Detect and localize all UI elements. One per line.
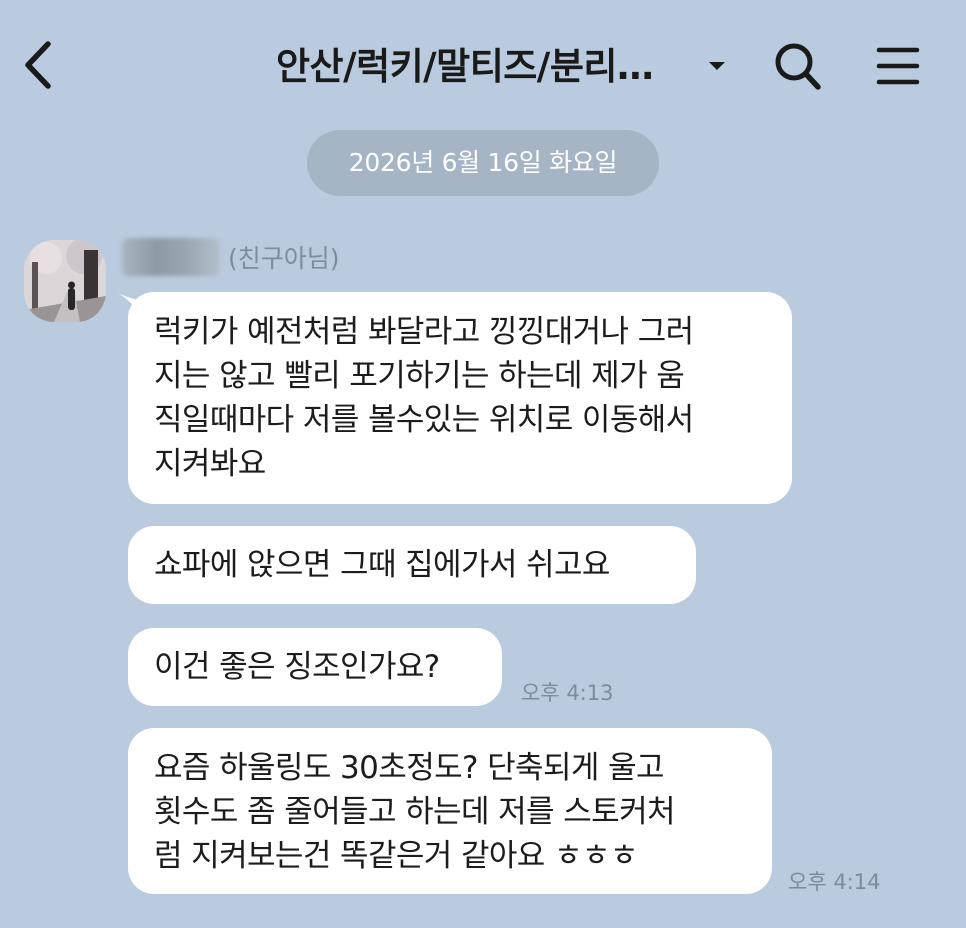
message-bubble[interactable]: 럭키가 예전처럼 봐달라고 낑낑대거나 그러 지는 않고 빨리 포기하기는 하는… (128, 292, 792, 504)
date-divider: 2026년 6월 16일 화요일 (307, 130, 659, 196)
title-dropdown-button[interactable] (706, 58, 728, 74)
search-button[interactable] (770, 38, 824, 94)
message-timestamp: 오후 4:14 (788, 870, 881, 894)
hamburger-menu-icon (876, 47, 920, 85)
message-bubble[interactable]: 요즘 하울링도 30초정도? 단축되게 울고 횟수도 좀 줄어들고 하는데 저를… (128, 728, 772, 894)
sender-status-label: (친구아님) (228, 244, 340, 273)
message-bubble[interactable]: 이건 좋은 징조인가요? (128, 628, 502, 706)
message-bubble[interactable]: 쇼파에 앉으면 그때 집에가서 쉬고요 (128, 526, 696, 604)
chevron-left-icon (25, 41, 51, 89)
chat-header: 안산/럭키/말티즈/분리… (0, 0, 966, 130)
back-button[interactable] (16, 36, 66, 94)
message-timestamp: 오후 4:13 (521, 681, 614, 705)
menu-button[interactable] (874, 40, 922, 90)
chat-room-title[interactable]: 안산/럭키/말티즈/분리… (276, 40, 676, 94)
profile-photo (24, 240, 106, 322)
sender-name-blurred (122, 238, 220, 276)
search-icon (775, 43, 821, 90)
sender-avatar[interactable] (24, 240, 106, 322)
caret-down-icon (709, 62, 725, 70)
